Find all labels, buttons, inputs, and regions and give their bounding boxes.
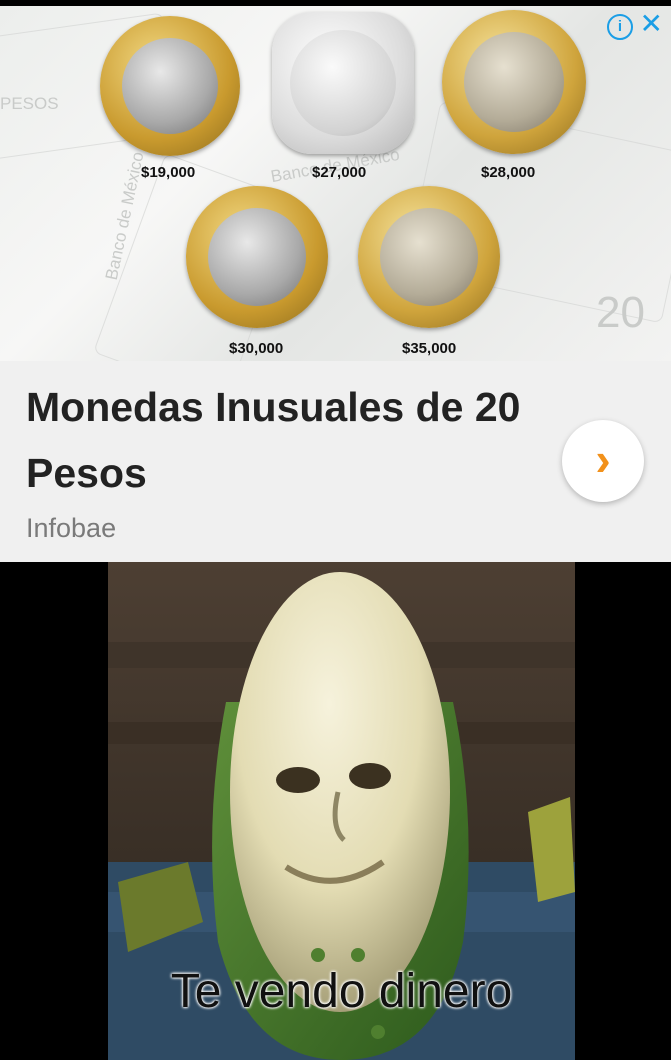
coin-image — [358, 186, 500, 328]
ad-image[interactable]: Banco de México Banco de México PESOS 20… — [0, 6, 671, 361]
meme-image: Te vendo dinero — [108, 562, 575, 1060]
ad-headline[interactable]: Monedas Inusuales de 20 Pesos — [26, 374, 546, 506]
ad-source: Infobae — [26, 513, 117, 543]
background-text: PESOS — [0, 94, 59, 113]
chevron-right-icon: › — [595, 433, 611, 485]
background-text: 20 — [596, 288, 645, 337]
close-icon[interactable]: ✕ — [640, 10, 663, 38]
coin-price: $28,000 — [481, 164, 536, 181]
coin-price: $27,000 — [312, 164, 367, 181]
coin-image — [186, 186, 328, 328]
coin-image — [442, 10, 586, 154]
coin-image — [100, 16, 240, 156]
coin-price: $19,000 — [141, 164, 196, 181]
next-button[interactable]: › — [562, 420, 644, 502]
coin-price: $30,000 — [229, 340, 284, 357]
meme-post: Te vendo dinero — [0, 562, 671, 1060]
coin-image — [272, 12, 414, 154]
coin-price: $35,000 — [402, 340, 457, 357]
sponsored-ad-card[interactable]: Banco de México Banco de México PESOS 20… — [0, 6, 671, 562]
info-icon[interactable]: i — [607, 14, 633, 40]
meme-caption: Te vendo dinero — [170, 965, 513, 1018]
